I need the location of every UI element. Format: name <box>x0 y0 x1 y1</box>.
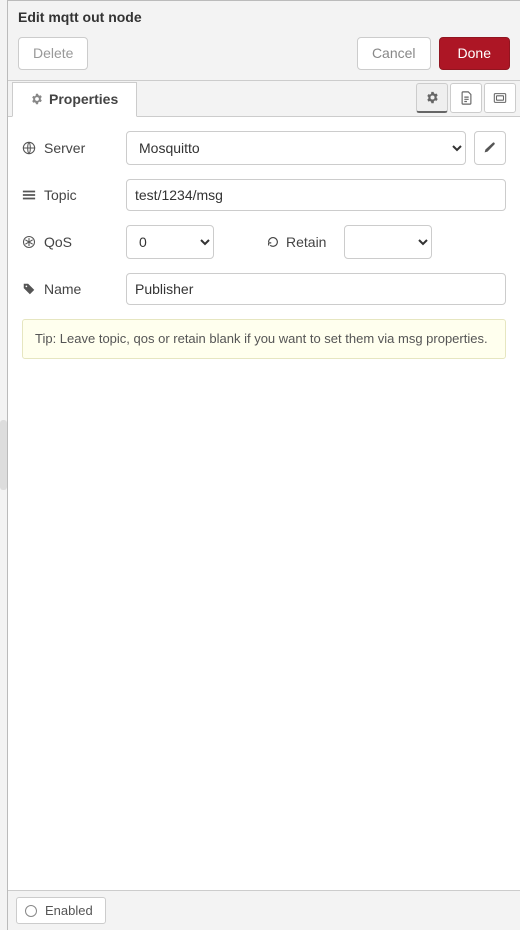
form-area: Server Mosquitto Topic <box>8 117 520 890</box>
enabled-label: Enabled <box>45 903 93 918</box>
row-qos-retain: QoS 0 Retain <box>22 225 506 259</box>
document-icon <box>460 91 473 105</box>
qos-select[interactable]: 0 <box>126 225 214 259</box>
gear-icon <box>426 91 439 104</box>
globe-icon <box>22 141 38 155</box>
properties-tab-icon-button[interactable] <box>416 83 448 113</box>
server-select[interactable]: Mosquitto <box>126 131 466 165</box>
tray-button-row: Delete Cancel Done <box>8 31 520 80</box>
circle-icon <box>25 905 37 917</box>
retain-icon <box>266 235 280 249</box>
left-scroll-handle[interactable] <box>0 420 7 490</box>
row-name: Name <box>22 273 506 305</box>
appearance-tab-icon-button[interactable] <box>484 83 516 113</box>
gear-icon <box>31 93 43 105</box>
appearance-icon <box>493 91 507 105</box>
row-topic: Topic <box>22 179 506 211</box>
tray-header: Edit mqtt out node Delete Cancel Done <box>8 1 520 81</box>
asterisk-icon <box>22 235 38 249</box>
retain-select[interactable] <box>344 225 432 259</box>
tray-title: Edit mqtt out node <box>8 1 520 31</box>
tray-footer: Enabled <box>8 890 520 930</box>
name-input[interactable] <box>126 273 506 305</box>
retain-label: Retain <box>286 234 326 250</box>
qos-label: QoS <box>44 234 72 250</box>
name-label: Name <box>44 281 81 297</box>
cancel-button[interactable]: Cancel <box>357 37 431 70</box>
edit-tray: Edit mqtt out node Delete Cancel Done Pr… <box>7 0 520 930</box>
tag-icon <box>22 282 38 296</box>
topic-input[interactable] <box>126 179 506 211</box>
server-label: Server <box>44 140 85 156</box>
edit-server-button[interactable] <box>474 131 506 165</box>
done-button[interactable]: Done <box>439 37 510 70</box>
delete-button[interactable]: Delete <box>18 37 88 70</box>
tab-properties[interactable]: Properties <box>12 82 137 117</box>
tabs-row: Properties <box>8 81 520 117</box>
pencil-icon <box>483 141 496 154</box>
bars-icon <box>22 189 38 201</box>
row-server: Server Mosquitto <box>22 131 506 165</box>
topic-label: Topic <box>44 187 77 203</box>
tab-properties-label: Properties <box>49 91 118 107</box>
description-tab-icon-button[interactable] <box>450 83 482 113</box>
enabled-toggle-button[interactable]: Enabled <box>16 897 106 924</box>
tip-box: Tip: Leave topic, qos or retain blank if… <box>22 319 506 359</box>
